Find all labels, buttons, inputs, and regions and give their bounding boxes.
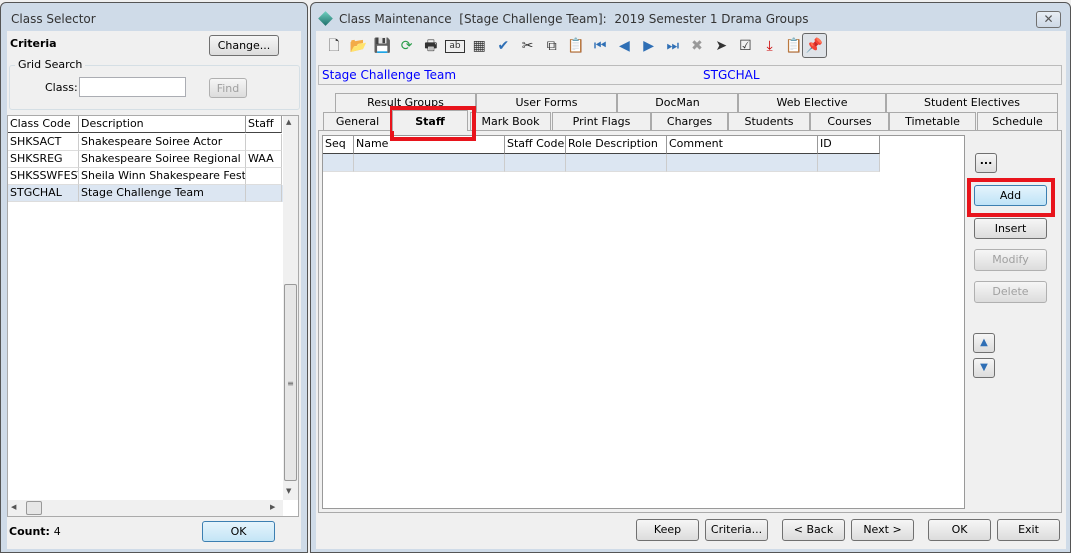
add-button-highlight <box>967 178 1055 217</box>
exit-button[interactable]: Exit <box>997 519 1060 541</box>
table-cell: SHKSACT <box>8 134 79 151</box>
count-area: Count: 4 <box>9 525 61 538</box>
tab-mark-book[interactable]: Mark Book <box>470 112 551 130</box>
class-selector-title: Class Selector <box>11 12 96 26</box>
column-header-staff-code[interactable]: Staff Code <box>505 136 566 154</box>
modify-button[interactable]: Modify <box>974 249 1047 271</box>
copy-icon[interactable]: ⧉ <box>542 37 562 55</box>
tab-student-electives[interactable]: Student Electives <box>886 93 1058 112</box>
table-cell: Shakespeare Soiree Regional <box>79 151 246 168</box>
window-title: Class Maintenance [Stage Challenge Team]… <box>339 12 809 26</box>
class-search-input[interactable] <box>79 77 186 97</box>
column-header-staff[interactable]: Staff <box>246 116 282 133</box>
approve-icon[interactable]: ☑ <box>735 37 755 55</box>
column-header-description[interactable]: Description <box>79 116 246 133</box>
tab-courses[interactable]: Courses <box>810 112 889 130</box>
tab-timetable[interactable]: Timetable <box>889 112 976 130</box>
find-button[interactable]: Find <box>209 78 247 98</box>
column-header-comment[interactable]: Comment <box>667 136 818 154</box>
table-cell <box>246 168 282 185</box>
tab-general[interactable]: General <box>323 112 392 130</box>
table-cell: SHKSSWFEST <box>8 168 79 185</box>
move-up-button[interactable]: ▲ <box>973 333 995 353</box>
arrow-up-icon: ▲ <box>980 337 988 348</box>
scroll-up-icon[interactable]: ▲ <box>286 118 291 126</box>
open-folder-icon[interactable]: 📂 <box>348 37 368 55</box>
cut-icon[interactable]: ✂ <box>518 37 538 55</box>
column-header-class-code[interactable]: Class Code <box>8 116 79 133</box>
move-down-button[interactable]: ▼ <box>973 358 995 378</box>
tab-web-elective[interactable]: Web Elective <box>738 93 886 112</box>
tab-docman[interactable]: DocMan <box>617 93 738 112</box>
h-scrollbar-thumb[interactable] <box>26 501 42 515</box>
column-header-id[interactable]: ID <box>818 136 880 154</box>
empty-grid-cell[interactable] <box>323 154 354 172</box>
table-cell: Shakespeare Soiree Actor <box>79 134 246 151</box>
text-field-icon[interactable]: ab <box>445 40 465 53</box>
next-button[interactable]: Next > <box>851 519 914 541</box>
tab-charges[interactable]: Charges <box>651 112 728 130</box>
empty-grid-cell[interactable] <box>505 154 566 172</box>
spellcheck-icon[interactable]: ✔ <box>493 37 513 55</box>
ok-button[interactable]: OK <box>928 519 991 541</box>
criteria-label: Criteria <box>10 37 57 50</box>
ellipsis-button[interactable]: ... <box>975 153 997 173</box>
empty-grid-cell[interactable] <box>566 154 667 172</box>
print-icon[interactable]: 🖶 <box>421 37 441 55</box>
arrow-down-icon: ▼ <box>980 362 988 373</box>
back-button[interactable]: < Back <box>782 519 845 541</box>
calculator-icon[interactable]: ▦ <box>469 37 489 55</box>
class-name: Stage Challenge Team <box>322 68 457 82</box>
column-header-role-description[interactable]: Role Description <box>566 136 667 154</box>
scroll-right-icon[interactable]: ▶ <box>270 503 275 511</box>
vertical-scrollbar[interactable]: ▲ ≡ ▼ <box>283 116 298 500</box>
empty-grid-cell[interactable] <box>354 154 505 172</box>
first-record-icon[interactable]: ⏮ <box>590 37 610 55</box>
count-value: 4 <box>53 525 61 538</box>
new-icon[interactable]: 🗋 <box>324 37 344 55</box>
pin-icon[interactable]: 📌 <box>802 33 827 58</box>
empty-grid-cell[interactable] <box>667 154 818 172</box>
last-record-icon[interactable]: ⏭ <box>663 37 683 55</box>
wizard-icon[interactable]: ➤ <box>711 37 731 55</box>
table-cell: SHKSREG <box>8 151 79 168</box>
scrollbar-thumb[interactable]: ≡ <box>284 284 297 481</box>
tab-students[interactable]: Students <box>728 112 810 130</box>
delete-button[interactable]: Delete <box>974 281 1047 303</box>
table-cell <box>246 185 282 202</box>
table-cell: WAA <box>246 151 282 168</box>
save-icon[interactable]: 💾 <box>372 37 392 55</box>
delete-icon[interactable]: ✖ <box>687 37 707 55</box>
class-label: Class: <box>45 81 78 94</box>
scroll-left-icon[interactable]: ◀ <box>11 503 16 511</box>
table-cell: Sheila Winn Shakespeare Festival <box>79 168 246 185</box>
table-cell <box>246 134 282 151</box>
column-header-seq[interactable]: Seq <box>323 136 354 154</box>
count-label: Count: <box>9 525 50 538</box>
empty-grid-cell[interactable] <box>818 154 880 172</box>
table-cell: STGCHAL <box>8 185 79 202</box>
tab-print-flags[interactable]: Print Flags <box>552 112 651 130</box>
clipboard-check-icon[interactable]: 📋 <box>784 37 804 55</box>
insert-button[interactable]: Insert <box>974 218 1047 239</box>
paste-icon[interactable]: 📋 <box>566 37 586 55</box>
criteria-button[interactable]: Criteria... <box>705 519 768 541</box>
tab-staff[interactable]: Staff <box>392 110 468 131</box>
next-record-icon[interactable]: ▶ <box>639 37 659 55</box>
selector-ok-button[interactable]: OK <box>202 521 275 542</box>
table-cell: Stage Challenge Team <box>79 185 246 202</box>
change-button[interactable]: Change... <box>209 35 279 56</box>
close-button[interactable]: ✕ <box>1036 11 1061 28</box>
tab-user-forms[interactable]: User Forms <box>476 93 617 112</box>
tab-schedule[interactable]: Schedule <box>977 112 1058 130</box>
keep-button[interactable]: Keep <box>636 519 699 541</box>
class-code: STGCHAL <box>703 68 760 82</box>
grid-search-label: Grid Search <box>15 58 86 71</box>
refresh-icon[interactable]: ⟳ <box>397 37 417 55</box>
previous-record-icon[interactable]: ◀ <box>614 37 634 55</box>
horizontal-scrollbar[interactable]: ◀ ▶ <box>8 500 283 516</box>
download-icon[interactable]: ⤓ <box>760 37 780 55</box>
staff-grid <box>322 135 965 509</box>
scroll-down-icon[interactable]: ▼ <box>286 487 291 495</box>
